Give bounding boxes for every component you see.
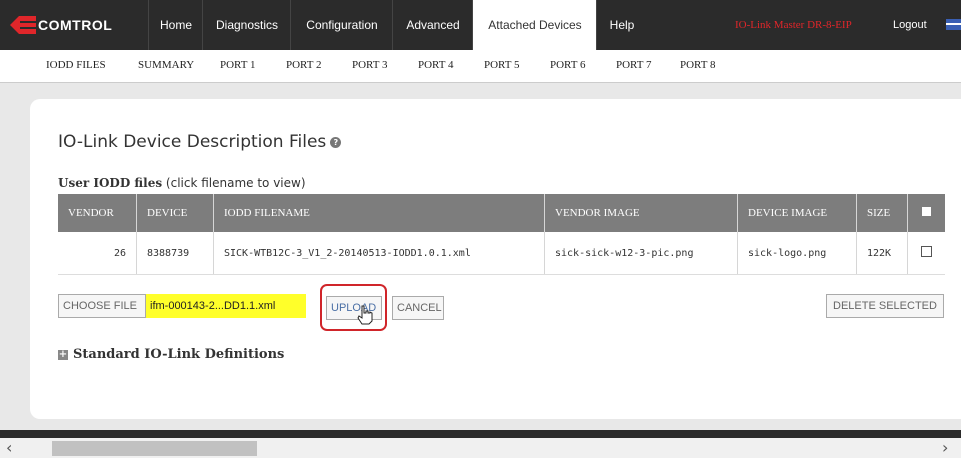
nav-diagnostics[interactable]: Diagnostics: [202, 0, 291, 50]
device-name-label: IO-Link Master DR-8-EIP: [735, 19, 852, 31]
expand-plus-icon[interactable]: +: [58, 349, 68, 360]
table-header-row: VENDOR DEVICE IODD FILENAME VENDOR IMAGE…: [58, 194, 945, 232]
nav-advanced[interactable]: Advanced: [392, 0, 473, 50]
cell-vendor: 26: [58, 232, 137, 275]
caption-bold: User IODD files: [58, 176, 163, 190]
nav-configuration[interactable]: Configuration: [290, 0, 393, 50]
subnav-iodd-files[interactable]: IODD FILES: [46, 59, 106, 71]
help-icon[interactable]: ?: [330, 136, 342, 148]
hand-cursor-icon: [357, 305, 373, 325]
row-checkbox[interactable]: [921, 246, 932, 257]
caption-rest: (click filename to view): [162, 176, 306, 190]
cell-size: 122K: [856, 232, 908, 275]
nav-attached-devices[interactable]: Attached Devices: [472, 0, 597, 50]
iodd-table: VENDOR DEVICE IODD FILENAME VENDOR IMAGE…: [58, 194, 945, 275]
subnav-port-3[interactable]: PORT 3: [352, 59, 388, 71]
subnav-port-6[interactable]: PORT 6: [550, 59, 586, 71]
subnav-port-5[interactable]: PORT 5: [484, 59, 520, 71]
logo-text: COMTROL: [38, 17, 113, 33]
cell-select: [907, 232, 945, 275]
cell-device: 8388739: [136, 232, 214, 275]
choose-file-button[interactable]: CHOOSE FILE: [58, 294, 146, 318]
user-iodd-caption: User IODD files (click filename to view): [58, 176, 306, 190]
delete-selected-button[interactable]: DELETE SELECTED: [826, 294, 944, 318]
subnav-port-1[interactable]: PORT 1: [220, 59, 256, 71]
subnav-port-4[interactable]: PORT 4: [418, 59, 454, 71]
col-device-image[interactable]: DEVICE IMAGE: [737, 194, 857, 232]
scrollbar-thumb[interactable]: [52, 441, 257, 456]
subnav-summary[interactable]: SUMMARY: [138, 59, 194, 71]
language-flag-icon[interactable]: [946, 19, 961, 30]
logout-link[interactable]: Logout: [893, 0, 927, 50]
sub-nav-bar: IODD FILES SUMMARY PORT 1 PORT 2 PORT 3 …: [0, 50, 961, 83]
col-device[interactable]: DEVICE: [136, 194, 214, 232]
horizontal-scrollbar[interactable]: ‹ ›: [0, 438, 961, 458]
col-vendor-image[interactable]: VENDOR IMAGE: [544, 194, 738, 232]
subnav-port-8[interactable]: PORT 8: [680, 59, 716, 71]
subnav-port-2[interactable]: PORT 2: [286, 59, 322, 71]
comtrol-logo[interactable]: COMTROL: [0, 0, 148, 50]
subnav-port-7[interactable]: PORT 7: [616, 59, 652, 71]
page-title-text: IO-Link Device Description Files: [58, 132, 327, 152]
standard-definitions-label: Standard IO-Link Definitions: [73, 347, 285, 362]
scroll-left-arrow-icon[interactable]: ‹: [6, 438, 20, 458]
cell-iodd-filename-link[interactable]: SICK-WTB12C-3_V1_2-20140513-IODD1.0.1.xm…: [213, 232, 545, 275]
nav-help[interactable]: Help: [596, 0, 647, 50]
table-row: 26 8388739 SICK-WTB12C-3_V1_2-20140513-I…: [58, 232, 945, 275]
selected-file-name: ifm-000143-2...DD1.1.xml: [146, 294, 306, 318]
select-all-checkbox[interactable]: [922, 207, 931, 216]
cell-device-image: sick-logo.png: [737, 232, 857, 275]
page-title: IO-Link Device Description Files?: [58, 132, 342, 152]
bottom-dark-strip: [0, 430, 961, 438]
top-nav-bar: COMTROL Home Diagnostics Configuration A…: [0, 0, 961, 50]
standard-definitions-toggle[interactable]: + Standard IO-Link Definitions: [58, 347, 284, 362]
upload-highlight-ring: [320, 284, 387, 331]
col-iodd-filename[interactable]: IODD FILENAME: [213, 194, 545, 232]
cell-vendor-image: sick-sick-w12-3-pic.png: [544, 232, 738, 275]
scroll-right-arrow-icon[interactable]: ›: [942, 438, 956, 458]
nav-home[interactable]: Home: [148, 0, 203, 50]
comtrol-logo-icon: [10, 16, 36, 34]
cancel-button[interactable]: CANCEL: [392, 296, 444, 320]
col-select-all[interactable]: [907, 194, 945, 232]
col-size[interactable]: SIZE: [856, 194, 908, 232]
col-vendor[interactable]: VENDOR: [58, 194, 137, 232]
